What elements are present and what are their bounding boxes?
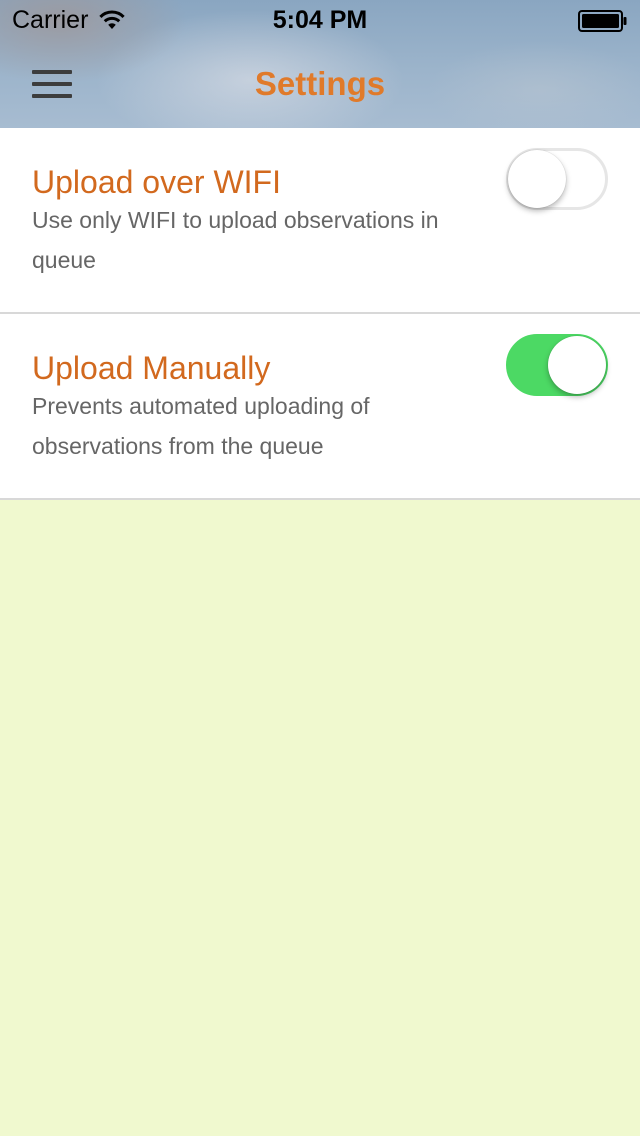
- clock: 5:04 PM: [272, 6, 368, 34]
- upload-manually-toggle[interactable]: [506, 334, 608, 396]
- status-bar: Carrier 5:04 PM: [0, 0, 640, 40]
- page-title: Settings: [254, 65, 386, 102]
- content-background: [0, 500, 640, 1136]
- nav-bar: Settings: [0, 40, 640, 128]
- header: Carrier 5:04 PM Settings: [0, 0, 640, 128]
- battery-icon: [578, 10, 627, 32]
- toggle-knob: [548, 336, 606, 394]
- toggle-knob: [508, 150, 566, 208]
- setting-row-upload-manually: Upload Manually Prevents automated uploa…: [0, 314, 640, 500]
- settings-list: Upload over WIFI Use only WIFI to upload…: [0, 128, 640, 500]
- setting-title: Upload Manually: [32, 350, 271, 386]
- setting-description: Use only WIFI to upload observations in …: [32, 207, 439, 273]
- upload-over-wifi-toggle[interactable]: [506, 148, 608, 210]
- setting-row-upload-over-wifi: Upload over WIFI Use only WIFI to upload…: [0, 128, 640, 314]
- setting-title: Upload over WIFI: [32, 164, 281, 200]
- setting-description: Prevents automated uploading of observat…: [32, 393, 370, 459]
